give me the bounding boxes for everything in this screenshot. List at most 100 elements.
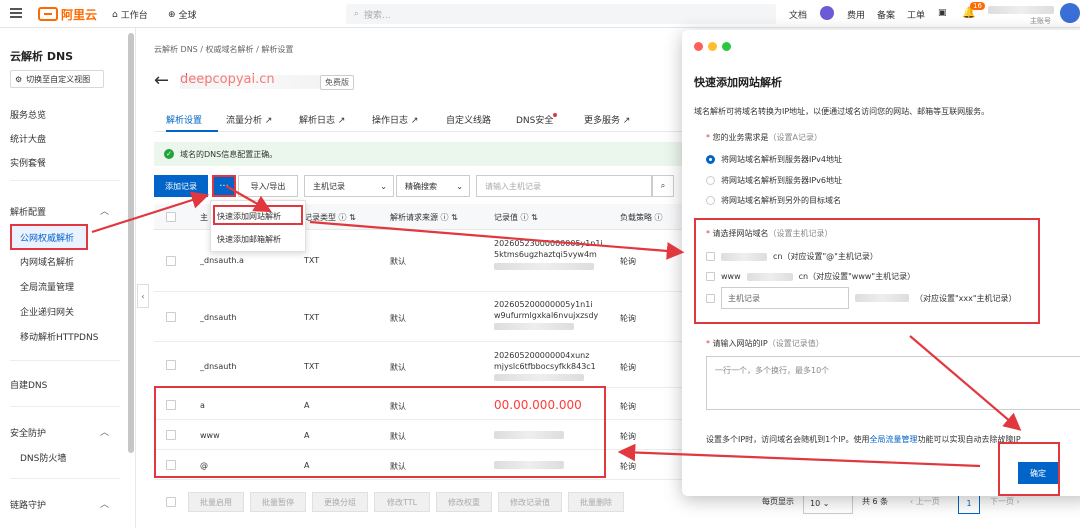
table-row[interactable]: _dnsauth.a TXT 默认 20260523000000005y1n1i… bbox=[154, 230, 684, 292]
col-type[interactable]: 记录类型 ⓘ ⇅ bbox=[304, 212, 356, 223]
sidebar-item-instances[interactable]: 实例套餐 bbox=[10, 156, 46, 169]
tab-operation-log[interactable]: 操作日志 ↗ bbox=[372, 113, 418, 126]
ai-assistant-icon[interactable] bbox=[820, 6, 834, 20]
breadcrumb-item[interactable]: 权威域名解析 bbox=[206, 45, 254, 54]
prev-page-button[interactable]: ‹ 上一页 bbox=[910, 496, 940, 507]
col-host: 主 bbox=[200, 213, 208, 222]
select-all-checkbox[interactable] bbox=[166, 212, 176, 222]
sidebar-group-config[interactable]: 解析配置 bbox=[10, 205, 46, 218]
record-search-input[interactable]: 请输入主机记录 bbox=[476, 175, 652, 197]
per-page-select[interactable]: 10 ⌄ bbox=[803, 494, 853, 514]
change-group-button[interactable]: 更换分组 bbox=[312, 492, 368, 512]
table-row[interactable]: _dnsauth TXT 默认 202605200000004xunz mjys… bbox=[154, 342, 684, 388]
domain-redaction bbox=[746, 272, 793, 281]
confirm-button[interactable]: 确定 bbox=[1018, 462, 1058, 484]
sidebar-item-public-auth[interactable]: 公网权威解析 bbox=[20, 231, 74, 244]
col-value[interactable]: 记录值 ⓘ ⇅ bbox=[494, 212, 538, 223]
domain-option-www[interactable]: www cn（对应设置"www"主机记录） bbox=[706, 271, 915, 282]
bulk-delete-button[interactable]: 批量删除 bbox=[568, 492, 624, 512]
fees-link[interactable]: 费用 bbox=[847, 8, 865, 21]
maximize-window-icon[interactable] bbox=[722, 42, 731, 51]
chevron-up-icon[interactable]: ︿ bbox=[100, 497, 109, 510]
region-selector[interactable]: ⊕ 全球 bbox=[168, 8, 197, 22]
checkbox[interactable] bbox=[706, 252, 715, 261]
match-mode-select[interactable]: 精确搜索 ⌄ bbox=[396, 175, 470, 197]
value-line: 5ktms6ugzhaztqi5vyw4m bbox=[494, 250, 597, 259]
edit-value-button[interactable]: 修改记录值 bbox=[498, 492, 562, 512]
tab-custom-line[interactable]: 自定义线路 bbox=[446, 113, 491, 126]
close-window-icon[interactable] bbox=[694, 42, 703, 51]
sidebar-item-self-dns[interactable]: 自建DNS bbox=[10, 378, 47, 391]
tickets-link[interactable]: 工单 bbox=[907, 8, 925, 21]
col-policy[interactable]: 负载策略 ⓘ bbox=[620, 212, 663, 223]
sidebar-item-httpdns[interactable]: 移动解析HTTPDNS bbox=[20, 330, 98, 343]
breadcrumb-item[interactable]: 云解析 DNS bbox=[154, 45, 198, 54]
avatar[interactable] bbox=[1060, 3, 1080, 23]
sidebar-item-enterprise-gw[interactable]: 企业递归网关 bbox=[20, 305, 74, 318]
domain-option-root[interactable]: cn（对应设置"@"主机记录） bbox=[706, 251, 878, 262]
sidebar-item-overview[interactable]: 服务总览 bbox=[10, 108, 46, 121]
external-link-icon: ↗ bbox=[337, 116, 346, 126]
table-row[interactable]: _dnsauth TXT 默认 202605200000005y1n1i w9u… bbox=[154, 292, 684, 342]
page-1-button[interactable]: 1 bbox=[958, 494, 980, 514]
sidebar-item-internal[interactable]: 内网域名解析 bbox=[20, 255, 74, 268]
row-checkbox[interactable] bbox=[166, 312, 176, 322]
filter-field-select[interactable]: 主机记录 ⌄ bbox=[304, 175, 394, 197]
sidebar-item-dashboard[interactable]: 统计大盘 bbox=[10, 132, 46, 145]
cell-type: TXT bbox=[304, 256, 320, 265]
global-traffic-link[interactable]: 全局流量管理 bbox=[869, 435, 917, 444]
sidebar-item-global-traffic[interactable]: 全局流量管理 bbox=[20, 280, 74, 293]
chevron-up-icon[interactable]: ︿ bbox=[100, 425, 109, 438]
edit-ttl-button[interactable]: 修改TTL bbox=[374, 492, 430, 512]
radio-ipv6[interactable]: 将网站域名解析到服务器IPv6地址 bbox=[706, 175, 842, 186]
tab-settings[interactable]: 解析设置 bbox=[166, 113, 202, 126]
tab-traffic[interactable]: 流量分析 ↗ bbox=[226, 113, 272, 126]
next-page-button[interactable]: 下一页 › bbox=[990, 496, 1020, 507]
back-arrow-icon[interactable]: ← bbox=[154, 70, 169, 91]
bulk-pause-button[interactable]: 批量暂停 bbox=[250, 492, 306, 512]
cell-host: _dnsauth bbox=[200, 313, 237, 322]
radio-ipv6-label: 将网站域名解析到服务器IPv6地址 bbox=[721, 176, 843, 185]
menu-item-quick-site[interactable]: 快速添加网站解析 bbox=[217, 211, 281, 222]
dialog-description: 域名解析可将域名转换为IP地址，以便通过域名访问您的网站、邮箱等互联网服务。 bbox=[694, 107, 990, 116]
sidebar-scrollbar[interactable] bbox=[128, 33, 134, 453]
domain-option-custom[interactable]: 主机记录 （对应设置"xxx"主机记录） bbox=[706, 287, 1017, 309]
col-source[interactable]: 解析请求来源 ⓘ ⇅ bbox=[390, 212, 458, 223]
row-checkbox[interactable] bbox=[166, 360, 176, 370]
radio-cname[interactable]: 将网站域名解析到另外的目标域名 bbox=[706, 195, 841, 206]
cell-type: TXT bbox=[304, 362, 320, 371]
aliyun-logo[interactable]: 阿里云 bbox=[38, 5, 97, 23]
tab-resolve-log[interactable]: 解析日志 ↗ bbox=[299, 113, 345, 126]
add-record-button[interactable]: 添加记录 bbox=[154, 175, 208, 197]
minimize-window-icon[interactable] bbox=[708, 42, 717, 51]
more-actions-button[interactable]: ··· bbox=[212, 175, 236, 197]
plan-badge: 免费版 bbox=[320, 75, 354, 90]
checkbox[interactable] bbox=[706, 293, 715, 303]
search-button[interactable]: ⌕ bbox=[652, 175, 674, 197]
switch-view-button[interactable]: ⚙ 切换至自定义视图 bbox=[10, 70, 104, 88]
sidebar-collapse-handle[interactable]: ‹ bbox=[137, 284, 149, 308]
select-all-checkbox[interactable] bbox=[166, 497, 176, 507]
docs-link[interactable]: 文档 bbox=[789, 8, 807, 21]
chevron-up-icon[interactable]: ︿ bbox=[100, 204, 109, 217]
ip-textarea[interactable]: 一行一个，多个换行，最多10个 bbox=[706, 356, 1080, 410]
bulk-enable-button[interactable]: 批量启用 bbox=[188, 492, 244, 512]
sidebar-item-dns-firewall[interactable]: DNS防火墙 bbox=[20, 451, 66, 464]
radio-ipv4[interactable]: 将网站域名解析到服务器IPv4地址 bbox=[706, 154, 842, 165]
row-checkbox[interactable] bbox=[166, 256, 176, 266]
edit-weight-button[interactable]: 修改权重 bbox=[436, 492, 492, 512]
tab-dns-security[interactable]: DNS安全 bbox=[516, 113, 558, 126]
host-record-input[interactable]: 主机记录 bbox=[721, 287, 849, 309]
sidebar-group-link[interactable]: 链路守护 bbox=[10, 498, 46, 511]
filter-field-value: 主机记录 bbox=[313, 181, 345, 191]
tab-more-services[interactable]: 更多服务 ↗ bbox=[584, 113, 630, 126]
checkbox[interactable] bbox=[706, 272, 715, 281]
workbench-link[interactable]: ⌂ 工作台 bbox=[112, 8, 148, 22]
import-export-button[interactable]: 导入/导出 bbox=[238, 175, 298, 197]
value-redaction bbox=[494, 263, 594, 270]
ticket-icon[interactable]: ▣ bbox=[938, 8, 947, 18]
sidebar-group-security[interactable]: 安全防护 bbox=[10, 426, 46, 439]
menu-icon[interactable] bbox=[10, 8, 22, 18]
filing-link[interactable]: 备案 bbox=[877, 8, 895, 21]
global-search-input[interactable]: ⌕ 搜索... bbox=[346, 4, 776, 24]
